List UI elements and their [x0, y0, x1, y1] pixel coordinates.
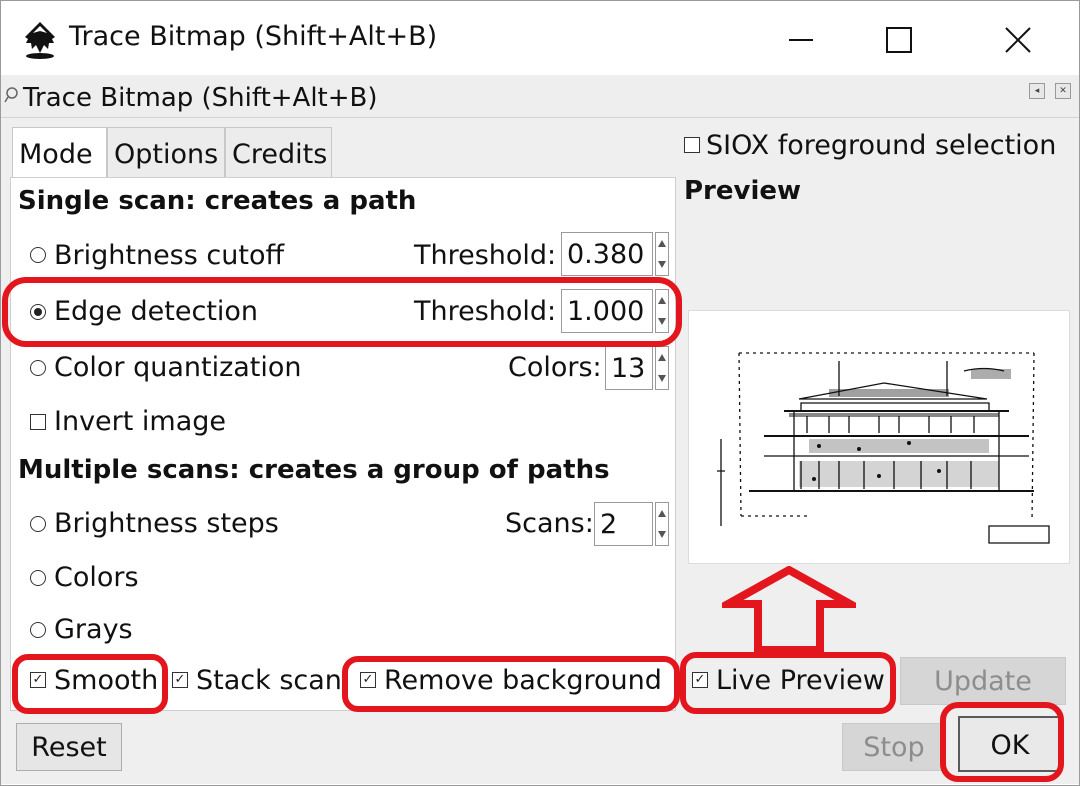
- maximize-button[interactable]: [869, 15, 929, 65]
- invert-image-checkbox[interactable]: [30, 414, 46, 430]
- chevron-down-icon[interactable]: [658, 261, 666, 268]
- scans-count-stepper[interactable]: [655, 502, 669, 546]
- grays-label: Grays: [54, 614, 133, 645]
- annotation-arrow-up-icon: [722, 566, 856, 654]
- window-title: Trace Bitmap (Shift+Alt+B): [69, 21, 438, 52]
- minimize-icon: [789, 39, 813, 41]
- chevron-up-icon[interactable]: [658, 510, 666, 517]
- trace-preview-image: [688, 310, 1070, 564]
- scans-count-input[interactable]: 2: [594, 502, 653, 546]
- brightness-steps-label: Brightness steps: [54, 508, 279, 539]
- remove-background-checkbox[interactable]: ✓: [360, 672, 376, 688]
- live-preview-label: Live Preview: [716, 665, 885, 696]
- title-bar: Trace Bitmap (Shift+Alt+B): [1, 1, 1079, 75]
- tab-options-label: Options: [114, 139, 219, 170]
- edge-threshold-label: Threshold:: [414, 296, 557, 327]
- dock-grip-icon[interactable]: [4, 87, 18, 103]
- smooth-label: Smooth: [54, 665, 159, 696]
- maximize-icon: [886, 27, 912, 53]
- tab-mode-label: Mode: [19, 139, 93, 170]
- edge-detection-radio[interactable]: [30, 304, 46, 320]
- scans-label: Scans:: [505, 508, 594, 539]
- preview-heading: Preview: [684, 176, 802, 206]
- house-sketch-image: [717, 352, 1050, 544]
- brightness-cutoff-radio[interactable]: [30, 247, 46, 263]
- brightness-threshold-stepper[interactable]: [655, 232, 669, 276]
- stop-button[interactable]: Stop: [842, 723, 946, 771]
- color-quantization-label: Color quantization: [54, 352, 302, 383]
- close-icon: [1005, 27, 1031, 53]
- color-quantization-radio[interactable]: [30, 360, 46, 376]
- siox-label: SIOX foreground selection: [706, 130, 1057, 161]
- dock-title: Trace Bitmap (Shift+Alt+B): [23, 83, 378, 113]
- close-button[interactable]: [988, 15, 1048, 65]
- colors-count-label: Colors:: [508, 352, 602, 383]
- tab-mode[interactable]: Mode: [12, 127, 107, 179]
- smooth-checkbox[interactable]: ✓: [30, 672, 46, 688]
- stack-scans-label: Stack scans: [196, 665, 346, 696]
- chevron-up-icon[interactable]: [658, 354, 666, 361]
- brightness-threshold-input[interactable]: 0.380: [561, 232, 653, 276]
- multi-scan-heading: Multiple scans: creates a group of paths: [18, 455, 610, 485]
- colors-radio[interactable]: [30, 570, 46, 586]
- chevron-up-icon[interactable]: [658, 240, 666, 247]
- colors-count-input[interactable]: 13: [605, 346, 653, 390]
- stack-scans-checkbox[interactable]: ✓: [172, 672, 188, 688]
- remove-background-label: Remove background: [384, 665, 662, 696]
- ok-button[interactable]: OK: [958, 716, 1062, 772]
- edge-detection-label: Edge detection: [54, 296, 259, 327]
- brightness-threshold-label: Threshold:: [414, 240, 557, 271]
- reset-button[interactable]: Reset: [16, 723, 122, 771]
- inkscape-logo-icon: [25, 22, 55, 59]
- invert-image-label: Invert image: [54, 406, 227, 437]
- edge-threshold-stepper[interactable]: [655, 289, 669, 333]
- brightness-steps-radio[interactable]: [30, 516, 46, 532]
- tab-options[interactable]: Options: [107, 127, 225, 177]
- dock-header: Trace Bitmap (Shift+Alt+B) ◂ ✕: [1, 75, 1079, 118]
- tab-credits-label: Credits: [232, 139, 328, 170]
- chevron-down-icon[interactable]: [658, 375, 666, 382]
- chevron-up-icon[interactable]: [658, 297, 666, 304]
- update-button[interactable]: Update: [900, 657, 1066, 705]
- single-scan-heading: Single scan: creates a path: [18, 186, 417, 216]
- colors-label: Colors: [54, 562, 139, 593]
- edge-threshold-input[interactable]: 1.000: [561, 289, 653, 333]
- dock-iconify-icon[interactable]: ◂: [1029, 83, 1045, 99]
- chevron-down-icon[interactable]: [658, 531, 666, 538]
- live-preview-checkbox[interactable]: ✓: [692, 672, 708, 688]
- colors-count-stepper[interactable]: [655, 346, 669, 390]
- siox-checkbox[interactable]: [684, 137, 700, 153]
- chevron-down-icon[interactable]: [658, 318, 666, 325]
- grays-radio[interactable]: [30, 622, 46, 638]
- minimize-button[interactable]: [771, 15, 831, 65]
- dock-close-icon[interactable]: ✕: [1055, 83, 1071, 99]
- tab-credits[interactable]: Credits: [225, 127, 332, 177]
- brightness-cutoff-label: Brightness cutoff: [54, 240, 285, 271]
